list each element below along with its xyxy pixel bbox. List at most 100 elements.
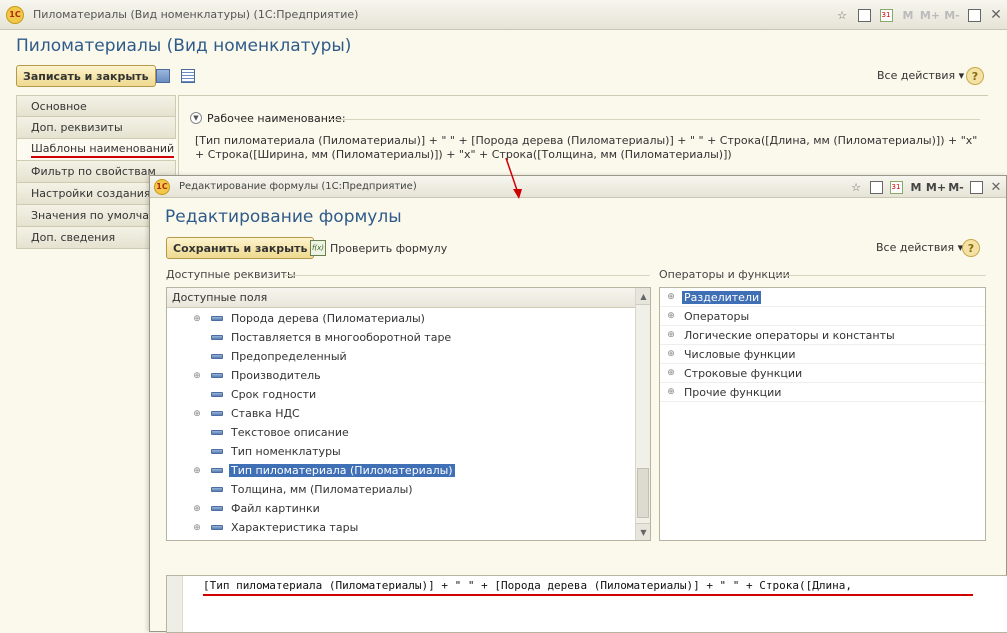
- list-item[interactable]: ⊕ Строковые функции: [660, 364, 985, 383]
- maximize-icon[interactable]: [963, 4, 985, 26]
- list-icon[interactable]: [181, 69, 195, 83]
- expand-icon[interactable]: ⊕: [666, 349, 676, 359]
- scroll-up-icon[interactable]: ▲: [636, 288, 650, 305]
- calculator-icon[interactable]: [866, 177, 886, 197]
- list-item-selected[interactable]: ⊕ Тип пиломатериала (Пиломатериалы): [167, 461, 635, 480]
- scroll-down-icon[interactable]: ▼: [636, 523, 650, 540]
- list-item[interactable]: ⊕ Операторы: [660, 307, 985, 326]
- help-icon[interactable]: ?: [966, 67, 984, 85]
- fields-list: ⊕ Порода дерева (Пиломатериалы) Поставляе…: [167, 309, 635, 537]
- dialog-title: Редактирование формулы (1С:Предприятие): [179, 181, 417, 192]
- vertical-scrollbar[interactable]: ▲ ▼: [635, 288, 650, 540]
- maximize-icon[interactable]: [966, 177, 986, 197]
- close-icon[interactable]: ✕: [985, 4, 1007, 26]
- list-item[interactable]: ⊕ Логические операторы и константы: [660, 326, 985, 345]
- attribute-icon: [211, 487, 223, 492]
- memory-mplus-button[interactable]: M+: [926, 177, 946, 197]
- memory-mminus-button[interactable]: M-: [941, 4, 963, 26]
- calendar-icon[interactable]: 31: [875, 4, 897, 26]
- formula-editor-text[interactable]: [Тип пиломатериала (Пиломатериалы)] + " …: [203, 579, 852, 592]
- section-divider: [329, 119, 980, 120]
- expand-icon[interactable]: ⊕: [192, 523, 202, 533]
- save-icon[interactable]: [156, 69, 170, 83]
- attribute-icon: [211, 449, 223, 454]
- group-divider: [284, 275, 650, 276]
- dialog-titlebar-controls: ☆ 31 M M+ M- ✕: [846, 176, 1006, 198]
- expand-icon[interactable]: ⊕: [192, 466, 202, 476]
- collapse-icon[interactable]: ▼: [190, 112, 202, 124]
- list-item[interactable]: ⊕ Порода дерева (Пиломатериалы): [167, 309, 635, 328]
- list-item[interactable]: ⊕ Характеристика тары: [167, 518, 635, 537]
- all-actions-menu[interactable]: Все действия ▾: [877, 69, 964, 82]
- formula-editor-dialog: 1С Редактирование формулы (1С:Предприяти…: [149, 175, 1007, 633]
- attribute-icon: [211, 430, 223, 435]
- editor-gutter: [167, 576, 183, 632]
- list-item[interactable]: Поставляется в многооборотной таре: [167, 328, 635, 347]
- memory-m-button[interactable]: M: [897, 4, 919, 26]
- expand-icon[interactable]: ⊕: [192, 409, 202, 419]
- tab-extra-attributes[interactable]: Доп. реквизиты: [16, 117, 176, 139]
- expand-icon[interactable]: ⊕: [192, 314, 202, 324]
- expand-icon[interactable]: ⊕: [192, 504, 202, 514]
- list-item[interactable]: ⊕ Ставка НДС: [167, 404, 635, 423]
- calendar-icon[interactable]: 31: [886, 177, 906, 197]
- list-item[interactable]: Срок годности: [167, 385, 635, 404]
- check-formula-button[interactable]: Проверить формулу: [330, 242, 447, 255]
- window-title: Пиломатериалы (Вид номенклатуры) (1С:Пре…: [33, 8, 359, 21]
- dialog-titlebar: 1С Редактирование формулы (1С:Предприяти…: [150, 176, 1006, 198]
- save-and-close-button[interactable]: Записать и закрыть: [16, 65, 156, 87]
- section-label: Рабочее наименование:: [207, 112, 346, 125]
- list-item-selected[interactable]: ⊕ Разделители: [660, 288, 985, 307]
- list-item[interactable]: ⊕ Прочие функции: [660, 383, 985, 402]
- expand-icon[interactable]: ⊕: [666, 311, 676, 321]
- attribute-icon: [211, 468, 223, 473]
- expand-icon[interactable]: ⊕: [666, 368, 676, 378]
- fields-tree[interactable]: Доступные поля ⊕ Порода дерева (Пиломатер…: [166, 287, 651, 541]
- attribute-icon: [211, 506, 223, 511]
- list-item[interactable]: ⊕ Числовые функции: [660, 345, 985, 364]
- memory-mplus-button[interactable]: M+: [919, 4, 941, 26]
- tab-main[interactable]: Основное: [16, 95, 176, 117]
- memory-mminus-button[interactable]: M-: [946, 177, 966, 197]
- scroll-thumb[interactable]: [637, 468, 649, 518]
- attribute-icon: [211, 354, 223, 359]
- operators-tree[interactable]: ⊕ Разделители ⊕ Операторы ⊕ Логические опер…: [659, 287, 986, 541]
- name-formula-text[interactable]: [Тип пиломатериала (Пиломатериалы)] + " …: [195, 134, 985, 162]
- list-item[interactable]: Тип номенклатуры: [167, 442, 635, 461]
- titlebar-controls: ☆ 31 M M+ M- ✕: [831, 0, 1007, 30]
- favorites-icon[interactable]: ☆: [846, 177, 866, 197]
- fields-column-header: Доступные поля: [167, 288, 650, 308]
- group-divider: [775, 275, 986, 276]
- memory-m-button[interactable]: M: [906, 177, 926, 197]
- dialog-heading: Редактирование формулы: [165, 207, 402, 227]
- expand-icon[interactable]: ⊕: [666, 387, 676, 397]
- tab-name-templates[interactable]: Шаблоны наименований: [16, 139, 176, 161]
- list-item[interactable]: ⊕ Производитель: [167, 366, 635, 385]
- attribute-icon: [211, 411, 223, 416]
- close-icon[interactable]: ✕: [986, 177, 1006, 197]
- expand-icon[interactable]: ⊕: [666, 330, 676, 340]
- formula-editor[interactable]: [Тип пиломатериала (Пиломатериалы)] + " …: [166, 575, 1007, 633]
- favorites-icon[interactable]: ☆: [831, 4, 853, 26]
- list-item[interactable]: Предопределенный: [167, 347, 635, 366]
- attribute-icon: [211, 373, 223, 378]
- attribute-icon: [211, 392, 223, 397]
- check-formula-icon[interactable]: f(x): [310, 240, 326, 256]
- main-titlebar: 1С Пиломатериалы (Вид номенклатуры) (1С:…: [0, 0, 1007, 30]
- app-logo-icon: 1С: [6, 5, 24, 24]
- list-item[interactable]: ⊕ Файл картинки: [167, 499, 635, 518]
- page-title: Пиломатериалы (Вид номенклатуры): [16, 36, 352, 56]
- operators-group-label: Операторы и функции: [659, 268, 790, 281]
- expand-icon[interactable]: ⊕: [192, 371, 202, 381]
- list-item[interactable]: Текстовое описание: [167, 423, 635, 442]
- calculator-icon[interactable]: [853, 4, 875, 26]
- app-logo-icon: 1С: [154, 178, 170, 195]
- templates-pane: ▼ Рабочее наименование: [Тип пиломатериа…: [178, 95, 988, 185]
- help-icon[interactable]: ?: [962, 239, 980, 257]
- save-and-close-button[interactable]: Сохранить и закрыть: [166, 237, 315, 259]
- all-actions-menu[interactable]: Все действия ▾: [876, 241, 963, 254]
- expand-icon[interactable]: ⊕: [666, 292, 676, 302]
- attribute-icon: [211, 335, 223, 340]
- attribute-icon: [211, 525, 223, 530]
- list-item[interactable]: Толщина, мм (Пиломатериалы): [167, 480, 635, 499]
